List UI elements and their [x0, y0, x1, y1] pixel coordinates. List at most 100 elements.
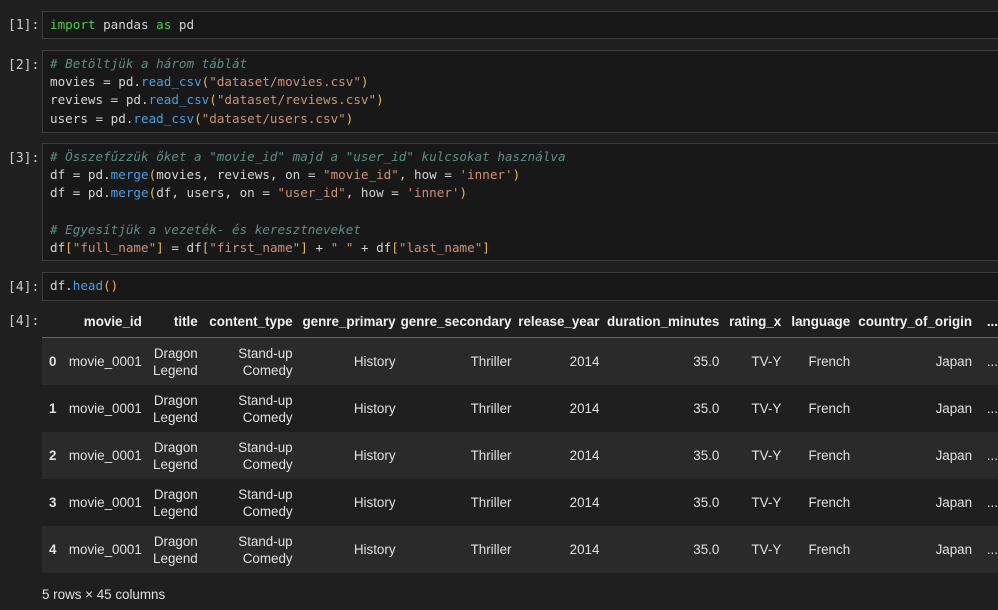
cell-text-line: Legend — [153, 503, 198, 519]
table-cell: History — [353, 448, 396, 463]
table-cell: History — [353, 354, 396, 369]
code-token: ) — [345, 110, 354, 126]
code-token: head — [72, 278, 104, 293]
cell-text-line: Comedy — [242, 503, 293, 519]
cell-text-line: Legend — [153, 550, 198, 566]
table-row: 1 movie_0001 Dragon Legend Stand-up Comedy His… — [42, 385, 998, 432]
column-header: release_year — [511, 306, 600, 338]
column-header: rating_x — [719, 306, 782, 338]
table-cell: French — [808, 354, 851, 369]
code-cell-4: [4]: df.head() — [0, 272, 998, 301]
code-token: "full_name" — [72, 239, 157, 255]
code-editor[interactable]: # Összefűzzük őket a "movie_id" majd a "… — [42, 143, 998, 261]
code-token: movies = pd. — [50, 74, 141, 90]
code-line: reviews = pd.read_csv("dataset/reviews.c… — [50, 91, 998, 109]
code-token: # Összefűzzük őket a "movie_id" majd a "… — [50, 149, 566, 164]
table-row: 2 movie_0001 Dragon Legend Stand-up Comedy His… — [42, 432, 998, 479]
table-cell: Dragon Legend — [142, 338, 198, 386]
cell-prompt: [1]: — [8, 18, 40, 33]
code-token: ) — [360, 74, 369, 90]
code-token: pd — [171, 17, 195, 32]
row-index: 1 — [49, 401, 57, 416]
table-header-row: movie_id title content_type genre_primary ge… — [42, 306, 998, 338]
table-cell: Dragon Legend — [142, 385, 198, 432]
table-cell: Stand-up Comedy — [198, 338, 293, 386]
code-line: df = pd.merge(df, users, on = "user_id",… — [50, 184, 998, 202]
code-token: [ — [65, 239, 73, 255]
cell-text-line: Dragon — [153, 439, 198, 455]
code-token: ( — [194, 110, 202, 126]
code-line: df["full_name"] = df["first_name"] + " "… — [50, 239, 998, 257]
table-cell: French — [808, 542, 851, 557]
cell-text-line: Stand-up — [238, 392, 293, 408]
table-row: 3 movie_0001 Dragon Legend Stand-up Comedy His… — [42, 479, 998, 526]
table-cell: Stand-up Comedy — [198, 385, 293, 432]
row-index: 3 — [49, 495, 57, 510]
table-cell: movie_0001 — [68, 448, 142, 463]
code-token: df, users, on = — [156, 185, 278, 201]
code-cell-3: [3]: # Összefűzzük őket a "movie_id" maj… — [0, 143, 998, 261]
code-line: df = pd.merge(movies, reviews, on = "mov… — [50, 166, 998, 184]
code-token: df = pd. — [50, 185, 111, 201]
table-cell: Thriller — [470, 542, 512, 557]
table-cell: Thriller — [470, 448, 512, 463]
code-editor[interactable]: # Betöltjük a három táblát movies = pd.re… — [42, 50, 998, 133]
table-cell: Japan — [935, 495, 973, 510]
code-token: merge — [110, 185, 149, 201]
cell-text-line: Stand-up — [238, 533, 293, 549]
column-header: movie_id — [68, 306, 142, 338]
cell-text-line: Legend — [153, 409, 198, 425]
code-token: read_csv — [141, 74, 202, 90]
table-cell: 2014 — [569, 401, 600, 416]
table-cell: 35.0 — [693, 448, 720, 463]
column-header — [42, 306, 69, 338]
code-editor[interactable]: import pandas as pd — [42, 11, 998, 39]
table-cell: 2014 — [569, 354, 600, 369]
code-token: ] — [156, 239, 164, 255]
code-token: [ — [391, 239, 399, 255]
code-token: as — [156, 17, 172, 32]
table-cell: Dragon Legend — [142, 526, 198, 573]
table-cell: Dragon Legend — [142, 479, 198, 526]
table-cell: ... — [986, 448, 998, 463]
code-token: ) — [376, 92, 384, 108]
code-line: movies = pd.read_csv("dataset/movies.csv… — [50, 73, 998, 91]
table-cell: History — [353, 495, 396, 510]
output-prompt: [4]: — [8, 314, 40, 329]
code-token: " " — [330, 239, 354, 255]
table-cell: movie_0001 — [68, 401, 142, 416]
table-cell: Japan — [935, 401, 973, 416]
code-token: "dataset/reviews.csv" — [216, 92, 377, 108]
table-cell: 35.0 — [693, 542, 720, 557]
code-token: # Betöltjük a három táblát — [50, 56, 248, 71]
dataframe-table: movie_id title content_type genre_primary ge… — [42, 306, 998, 573]
code-token: + df — [353, 239, 392, 255]
code-token: # Egyesítjük a vezeték- és keresztneveke… — [50, 221, 361, 237]
cell-text-line: Stand-up — [238, 439, 293, 455]
table-cell: 2014 — [569, 542, 600, 557]
cell-text-line: Comedy — [242, 550, 293, 566]
code-token: reviews = pd. — [50, 92, 149, 108]
code-token: 'inner' — [406, 185, 460, 201]
code-token: + — [307, 239, 331, 255]
code-token: read_csv — [148, 92, 210, 108]
code-token: ] — [300, 239, 308, 255]
table-cell: 2014 — [569, 448, 600, 463]
code-editor[interactable]: df.head() — [42, 272, 998, 301]
table-cell: Japan — [935, 354, 973, 369]
cell-text-line: Dragon — [153, 533, 198, 549]
code-token: ( — [209, 92, 217, 108]
code-line: # Egyesítjük a vezeték- és keresztneveke… — [50, 221, 998, 239]
code-token: users = pd. — [50, 110, 134, 126]
cell-prompt: [3]: — [8, 151, 40, 166]
table-cell: TV-Y — [751, 401, 782, 416]
code-line: df.head() — [50, 277, 998, 295]
code-token: () — [103, 278, 119, 293]
table-cell: Stand-up Comedy — [198, 526, 293, 573]
table-row: 0 movie_0001 Dragon Legend Stand-up Comedy His… — [42, 337, 998, 386]
column-header: duration_minutes — [599, 306, 720, 338]
dataframe-shape-footer: 5 rows × 45 columns — [42, 587, 166, 602]
cell-text-line: Comedy — [242, 362, 293, 378]
code-token: ] — [482, 239, 490, 255]
